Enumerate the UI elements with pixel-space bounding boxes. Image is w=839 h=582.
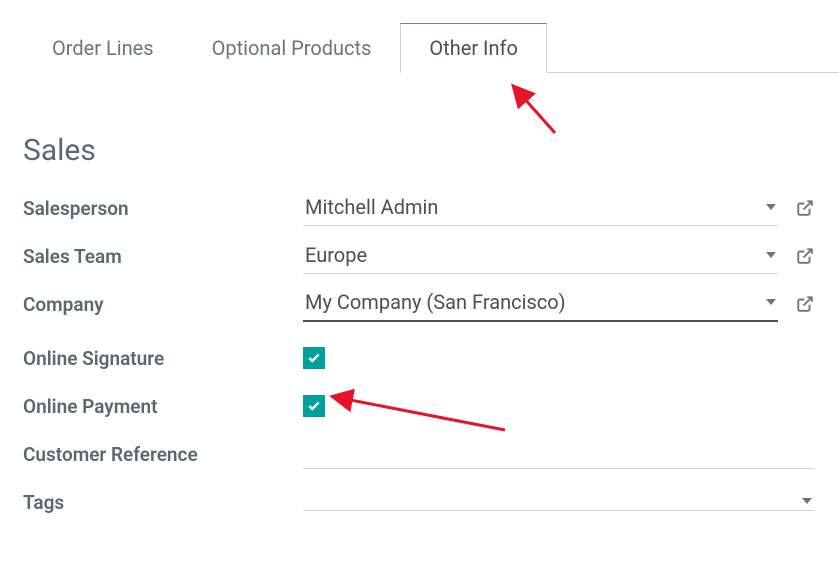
tab-order-lines[interactable]: Order Lines (23, 23, 183, 73)
row-tags: Tags (23, 484, 814, 520)
section-title-sales: Sales (23, 133, 814, 168)
chevron-down-icon (766, 299, 776, 305)
row-company: Company My Company (San Francisco) (23, 286, 814, 322)
value-company: My Company (San Francisco) (305, 290, 566, 314)
row-online-signature: Online Signature (23, 340, 814, 376)
tab-other-info[interactable]: Other Info (400, 23, 547, 73)
label-customer-reference: Customer Reference (23, 443, 303, 466)
label-company: Company (23, 293, 303, 316)
tab-optional-products[interactable]: Optional Products (183, 23, 401, 73)
row-online-payment: Online Payment (23, 388, 814, 424)
tab-bar: Order Lines Optional Products Other Info (23, 23, 839, 73)
value-sales-team: Europe (305, 243, 367, 267)
label-tags: Tags (23, 491, 303, 514)
select-company[interactable]: My Company (San Francisco) (303, 286, 778, 322)
chevron-down-icon (766, 252, 776, 258)
row-salesperson: Salesperson Mitchell Admin (23, 190, 814, 226)
external-link-icon[interactable] (796, 295, 814, 313)
form-content: Sales Salesperson Mitchell Admin Sales T… (0, 73, 839, 520)
value-salesperson: Mitchell Admin (305, 195, 438, 219)
check-icon (307, 399, 321, 413)
label-online-signature: Online Signature (23, 347, 303, 370)
checkbox-online-signature[interactable] (303, 347, 325, 369)
chevron-down-icon (802, 498, 812, 504)
external-link-icon[interactable] (796, 247, 814, 265)
row-customer-reference: Customer Reference (23, 436, 814, 472)
external-link-icon[interactable] (796, 199, 814, 217)
checkbox-online-payment[interactable] (303, 395, 325, 417)
select-salesperson[interactable]: Mitchell Admin (303, 191, 778, 226)
label-sales-team: Sales Team (23, 245, 303, 268)
row-sales-team: Sales Team Europe (23, 238, 814, 274)
check-icon (307, 351, 321, 365)
chevron-down-icon (766, 204, 776, 210)
label-salesperson: Salesperson (23, 197, 303, 220)
input-customer-reference[interactable] (303, 439, 814, 469)
label-online-payment: Online Payment (23, 395, 303, 418)
select-sales-team[interactable]: Europe (303, 239, 778, 274)
select-tags[interactable] (303, 494, 814, 511)
